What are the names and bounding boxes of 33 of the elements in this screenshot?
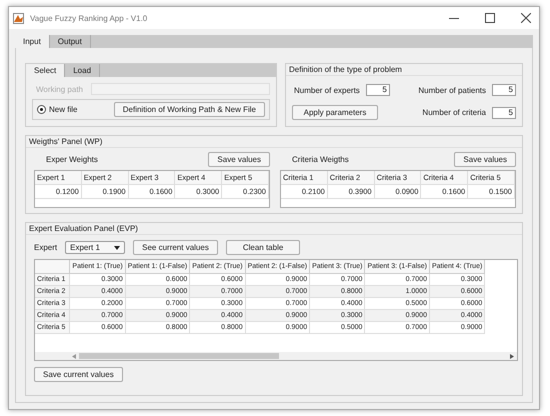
number-field[interactable]: 5 bbox=[492, 106, 516, 118]
panel-title: Definition of the type of problem bbox=[286, 64, 522, 76]
expert-dropdown[interactable]: Expert 1 bbox=[65, 241, 126, 254]
panel-title: Expert Evaluation Panel (EVP) bbox=[26, 223, 522, 235]
field-label: Number of criteria bbox=[422, 108, 486, 117]
panel-title: Weigths' Panel (WP) bbox=[26, 136, 522, 148]
toolbar-button[interactable]: See current values bbox=[133, 240, 218, 255]
number-field[interactable]: 5 bbox=[492, 84, 516, 96]
radio-button[interactable] bbox=[37, 105, 46, 114]
save-current-values-button[interactable]: Save current values bbox=[34, 367, 123, 382]
field-label: Number of patients bbox=[418, 86, 486, 94]
tab[interactable]: Input bbox=[15, 35, 50, 48]
scroll-right-icon[interactable] bbox=[510, 354, 514, 358]
app-logo-icon bbox=[13, 12, 24, 24]
field-label: Number of experts bbox=[294, 86, 360, 94]
tab[interactable]: Load bbox=[65, 64, 100, 77]
apply-parameters-button[interactable]: Apply parameters bbox=[292, 105, 378, 120]
caret-icon bbox=[114, 246, 120, 250]
number-field[interactable]: 5 bbox=[366, 84, 390, 96]
tab[interactable]: Select bbox=[26, 64, 66, 77]
group-label: Criteria Weigths bbox=[292, 155, 349, 164]
new-file-label: New file bbox=[49, 105, 78, 114]
group-label: Exper Weights bbox=[46, 155, 98, 164]
toolbar-button[interactable]: Clean table bbox=[226, 240, 300, 255]
close-icon[interactable] bbox=[521, 13, 531, 23]
maximize-icon[interactable] bbox=[485, 13, 495, 23]
definition-button[interactable]: Definition of Working Path & New File bbox=[114, 102, 265, 117]
working-path-label: Working path bbox=[36, 84, 83, 94]
window-title: Vague Fuzzy Ranking App - V1.0 bbox=[30, 14, 148, 22]
save-values-button[interactable]: Save values bbox=[454, 152, 516, 167]
scrollbar-thumb[interactable] bbox=[79, 353, 279, 359]
save-values-button[interactable]: Save values bbox=[208, 152, 270, 167]
expert-label: Expert bbox=[34, 243, 58, 252]
